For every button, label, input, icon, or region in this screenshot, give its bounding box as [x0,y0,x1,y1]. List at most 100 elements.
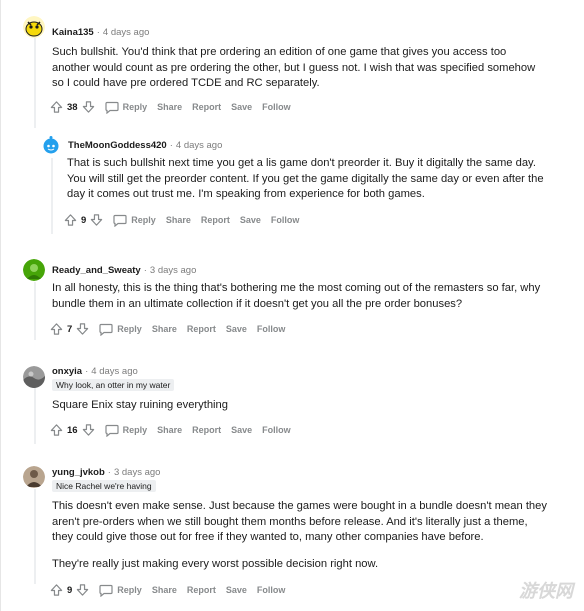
share-button[interactable]: Share [157,425,182,435]
upvote-icon[interactable] [50,423,63,437]
avatar[interactable] [23,466,45,488]
avatar[interactable] [23,259,45,281]
follow-button[interactable]: Follow [262,102,291,112]
comment-body: That is such bullshit next time you get … [67,157,544,201]
reply-button[interactable]: Reply [99,584,142,597]
share-button[interactable]: Share [152,585,177,595]
thread-line[interactable] [34,388,36,444]
share-button[interactable]: Share [166,215,191,225]
downvote-icon[interactable] [76,583,89,597]
comment-bubble-icon [113,214,127,227]
reply-button[interactable]: Reply [99,323,142,336]
timestamp[interactable]: 3 days ago [114,467,160,478]
save-button[interactable]: Save [226,324,247,334]
avatar[interactable] [23,366,45,388]
avatar[interactable] [40,134,62,156]
comment-bubble-icon [99,323,113,336]
reply-label: Reply [122,425,148,435]
follow-button[interactable]: Follow [257,324,286,334]
reply-button[interactable]: Reply [104,101,148,114]
timestamp[interactable]: 4 days ago [103,27,149,38]
comment-actions: 7 Reply Share Report Save Follow [50,321,285,337]
vote-count: 7 [67,323,73,335]
comment-actions: 9 Reply Share Report Save Follow [64,212,299,228]
username[interactable]: Kaina135 [52,27,94,38]
separator-dot: · [85,365,89,377]
comment-actions: 16 Reply Share Report Save Follow [50,422,291,438]
comment-body: In all honesty, this is the thing that's… [52,282,541,310]
comment-header: Kaina135 · 4 days ago [52,24,149,40]
comment-bubble-icon [104,424,119,437]
timestamp[interactable]: 3 days ago [150,265,196,276]
vote-count: 9 [67,584,73,596]
save-button[interactable]: Save [226,585,247,595]
share-button[interactable]: Share [157,102,182,112]
username[interactable]: TheMoonGoddess420 [68,140,167,151]
comment-header: onxyia · 4 days ago [52,363,138,379]
comment-bubble-icon [99,584,113,597]
comment-body: This doesn't even make sense. Just becau… [52,500,547,544]
follow-button[interactable]: Follow [262,425,291,435]
thread-line[interactable] [34,282,36,340]
save-button[interactable]: Save [231,425,252,435]
comment-body: They're really just making every worst p… [52,558,379,570]
upvote-icon[interactable] [50,583,63,597]
reply-label: Reply [122,102,148,112]
username[interactable]: yung_jvkob [52,467,105,478]
comment-header: Ready_and_Sweaty · 3 days ago [52,262,196,278]
vote-count: 16 [67,424,78,436]
vote-count: 9 [81,214,87,226]
user-flair: Why look, an otter in my water [52,379,175,391]
separator-dot: · [143,264,147,276]
separator-dot: · [96,26,100,38]
report-button[interactable]: Report [187,324,216,334]
comment-header: TheMoonGoddess420 · 4 days ago [68,137,222,153]
thread-line[interactable] [51,158,53,234]
thread-line[interactable] [34,489,36,584]
reply-label: Reply [117,324,142,334]
vote-control: 38 [50,100,95,114]
upvote-icon[interactable] [50,100,63,114]
downvote-icon[interactable] [82,100,95,114]
username[interactable]: Ready_and_Sweaty [52,265,141,276]
username[interactable]: onxyia [52,366,82,377]
comment-header: yung_jvkob · 3 days ago [52,464,160,480]
downvote-icon[interactable] [90,213,103,227]
downvote-icon[interactable] [76,322,89,336]
report-button[interactable]: Report [192,102,221,112]
downvote-icon[interactable] [82,423,95,437]
upvote-icon[interactable] [50,322,63,336]
comment-body: Square Enix stay ruining everything [52,399,228,411]
reply-label: Reply [131,215,156,225]
upvote-icon[interactable] [64,213,77,227]
reply-button[interactable]: Reply [104,424,148,437]
comment-actions: 38 Reply Share Report Save Follow [50,99,291,115]
thread-line[interactable] [34,38,36,128]
vote-control: 9 [50,583,89,597]
report-button[interactable]: Report [187,585,216,595]
timestamp[interactable]: 4 days ago [176,140,222,151]
vote-control: 16 [50,423,95,437]
vote-count: 38 [67,101,78,113]
comment-actions: 9 Reply Share Report Save Follow [50,582,285,598]
comment-body: Such bullshit. You'd think that pre orde… [52,46,536,90]
share-button[interactable]: Share [152,324,177,334]
report-button[interactable]: Report [201,215,230,225]
reply-button[interactable]: Reply [113,214,156,227]
comment-bubble-icon [104,101,119,114]
user-flair: Nice Rachel we're having [52,480,156,492]
save-button[interactable]: Save [240,215,261,225]
reply-label: Reply [117,585,142,595]
separator-dot: · [107,466,111,478]
follow-button[interactable]: Follow [257,585,286,595]
report-button[interactable]: Report [192,425,221,435]
vote-control: 7 [50,322,89,336]
vote-control: 9 [64,213,103,227]
avatar[interactable] [23,16,45,38]
comment-thread: Kaina135 · 4 days ago Such bullshit. You… [0,0,584,611]
separator-dot: · [169,139,173,151]
follow-button[interactable]: Follow [271,215,300,225]
save-button[interactable]: Save [231,102,252,112]
site-watermark: 游侠网 [519,581,573,602]
timestamp[interactable]: 4 days ago [91,366,137,377]
